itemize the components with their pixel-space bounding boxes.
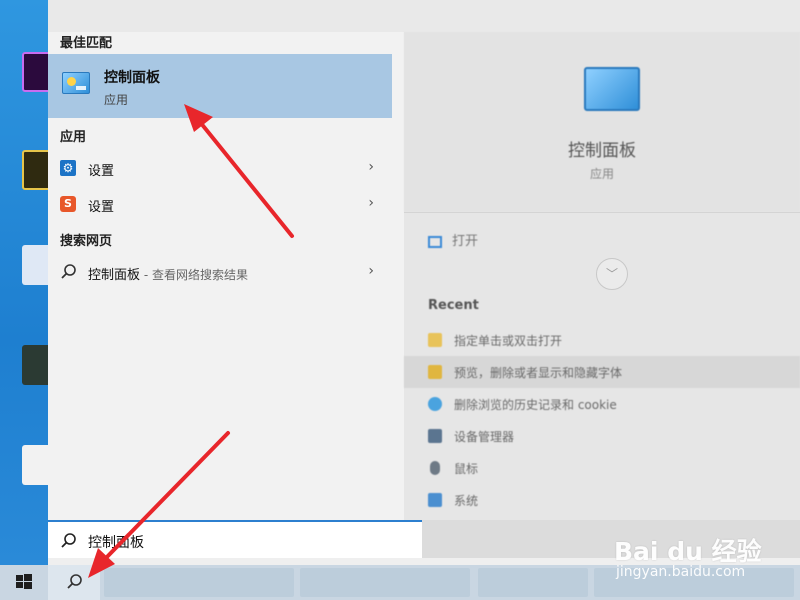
app-result-label: 设置 (88, 164, 115, 179)
recent-item[interactable]: 系统 (404, 484, 800, 516)
recent-item[interactable]: 设备管理器 (404, 420, 800, 452)
chevron-down-icon[interactable]: ﹀ (596, 258, 628, 290)
chevron-right-icon[interactable]: › (368, 195, 374, 211)
apps-header: 应用 (60, 130, 87, 145)
recent-header: Recent (428, 298, 479, 313)
mouse-icon (430, 461, 440, 475)
best-match-subtitle: 应用 (104, 93, 129, 107)
system-icon (428, 493, 442, 507)
screen: 最佳匹配 控制面板 应用 应用 ⚙ 设置 › S 设置 › 搜索网页 控制面板 … (0, 0, 800, 600)
start-button[interactable] (0, 565, 48, 600)
preview-pane: 控制面板 应用 打开 ﹀ Recent 指定单击或双击打开 预览，删除或者显示和… (404, 32, 800, 520)
search-icon (61, 533, 76, 548)
chevron-right-icon[interactable]: › (368, 159, 374, 175)
recent-item[interactable]: 指定单击或双击打开 (404, 324, 800, 356)
web-search-query: 控制面板 (88, 268, 141, 283)
web-search-result[interactable]: 控制面板 - 查看网络搜索结果 › (48, 254, 392, 290)
search-icon (61, 264, 76, 279)
recent-item-label: 设备管理器 (454, 430, 515, 444)
best-match-title: 控制面板 (104, 70, 160, 86)
web-search-suffix: - 查看网络搜索结果 (140, 268, 248, 282)
recent-item[interactable]: 删除浏览的历史记录和 cookie (404, 388, 800, 420)
internet-options-icon (428, 397, 442, 411)
divider (404, 212, 800, 213)
recent-item-label: 系统 (454, 494, 479, 508)
recent-item[interactable]: 鼠标 (404, 452, 800, 484)
preview-header: 控制面板 应用 (404, 32, 800, 212)
baidu-watermark: Bai du 经验 (614, 537, 762, 566)
web-search-label: 控制面板 - 查看网络搜索结果 (88, 264, 248, 283)
app-result-settings-sogou[interactable]: S 设置 › (48, 186, 392, 222)
taskbar-app[interactable] (104, 568, 294, 597)
recent-item[interactable]: 预览，删除或者显示和隐藏字体 (404, 356, 800, 388)
open-action[interactable]: 打开 (428, 230, 478, 249)
chevron-right-icon[interactable]: › (368, 263, 374, 279)
settings-gear-icon: ⚙ (60, 160, 76, 176)
windows-logo-icon (16, 574, 32, 589)
recent-item-label: 删除浏览的历史记录和 cookie (454, 398, 617, 412)
taskbar-app[interactable] (300, 568, 470, 597)
web-search-header: 搜索网页 (60, 234, 113, 249)
best-match-header: 最佳匹配 (60, 36, 113, 51)
control-panel-icon (62, 72, 90, 94)
best-match-control-panel[interactable]: 控制面板 应用 (48, 54, 392, 118)
folder-options-icon (428, 333, 442, 347)
search-results: 最佳匹配 控制面板 应用 应用 ⚙ 设置 › S 设置 › 搜索网页 控制面板 … (48, 32, 404, 520)
recent-item-label: 指定单击或双击打开 (454, 334, 563, 348)
preview-title: 控制面板 (568, 141, 636, 161)
control-panel-large-icon (584, 67, 640, 111)
open-label: 打开 (452, 234, 479, 249)
search-input[interactable]: 控制面板 (88, 532, 144, 552)
baidu-watermark-url: jingyan.baidu.com (616, 564, 746, 580)
search-icon (67, 574, 82, 589)
app-result-label: 设置 (88, 200, 115, 215)
device-manager-icon (428, 429, 442, 443)
taskbar-app[interactable] (478, 568, 588, 597)
preview-subtitle: 应用 (589, 167, 614, 181)
start-menu-tabs (48, 0, 800, 32)
sogou-s-icon: S (60, 196, 76, 212)
open-icon (428, 235, 442, 248)
recent-item-label: 预览，删除或者显示和隐藏字体 (454, 366, 623, 380)
recent-item-label: 鼠标 (454, 462, 479, 476)
search-box[interactable]: 控制面板 (48, 520, 422, 558)
fonts-icon (428, 365, 442, 379)
app-result-settings[interactable]: ⚙ 设置 › (48, 150, 392, 186)
taskbar-search-button[interactable] (48, 565, 100, 600)
